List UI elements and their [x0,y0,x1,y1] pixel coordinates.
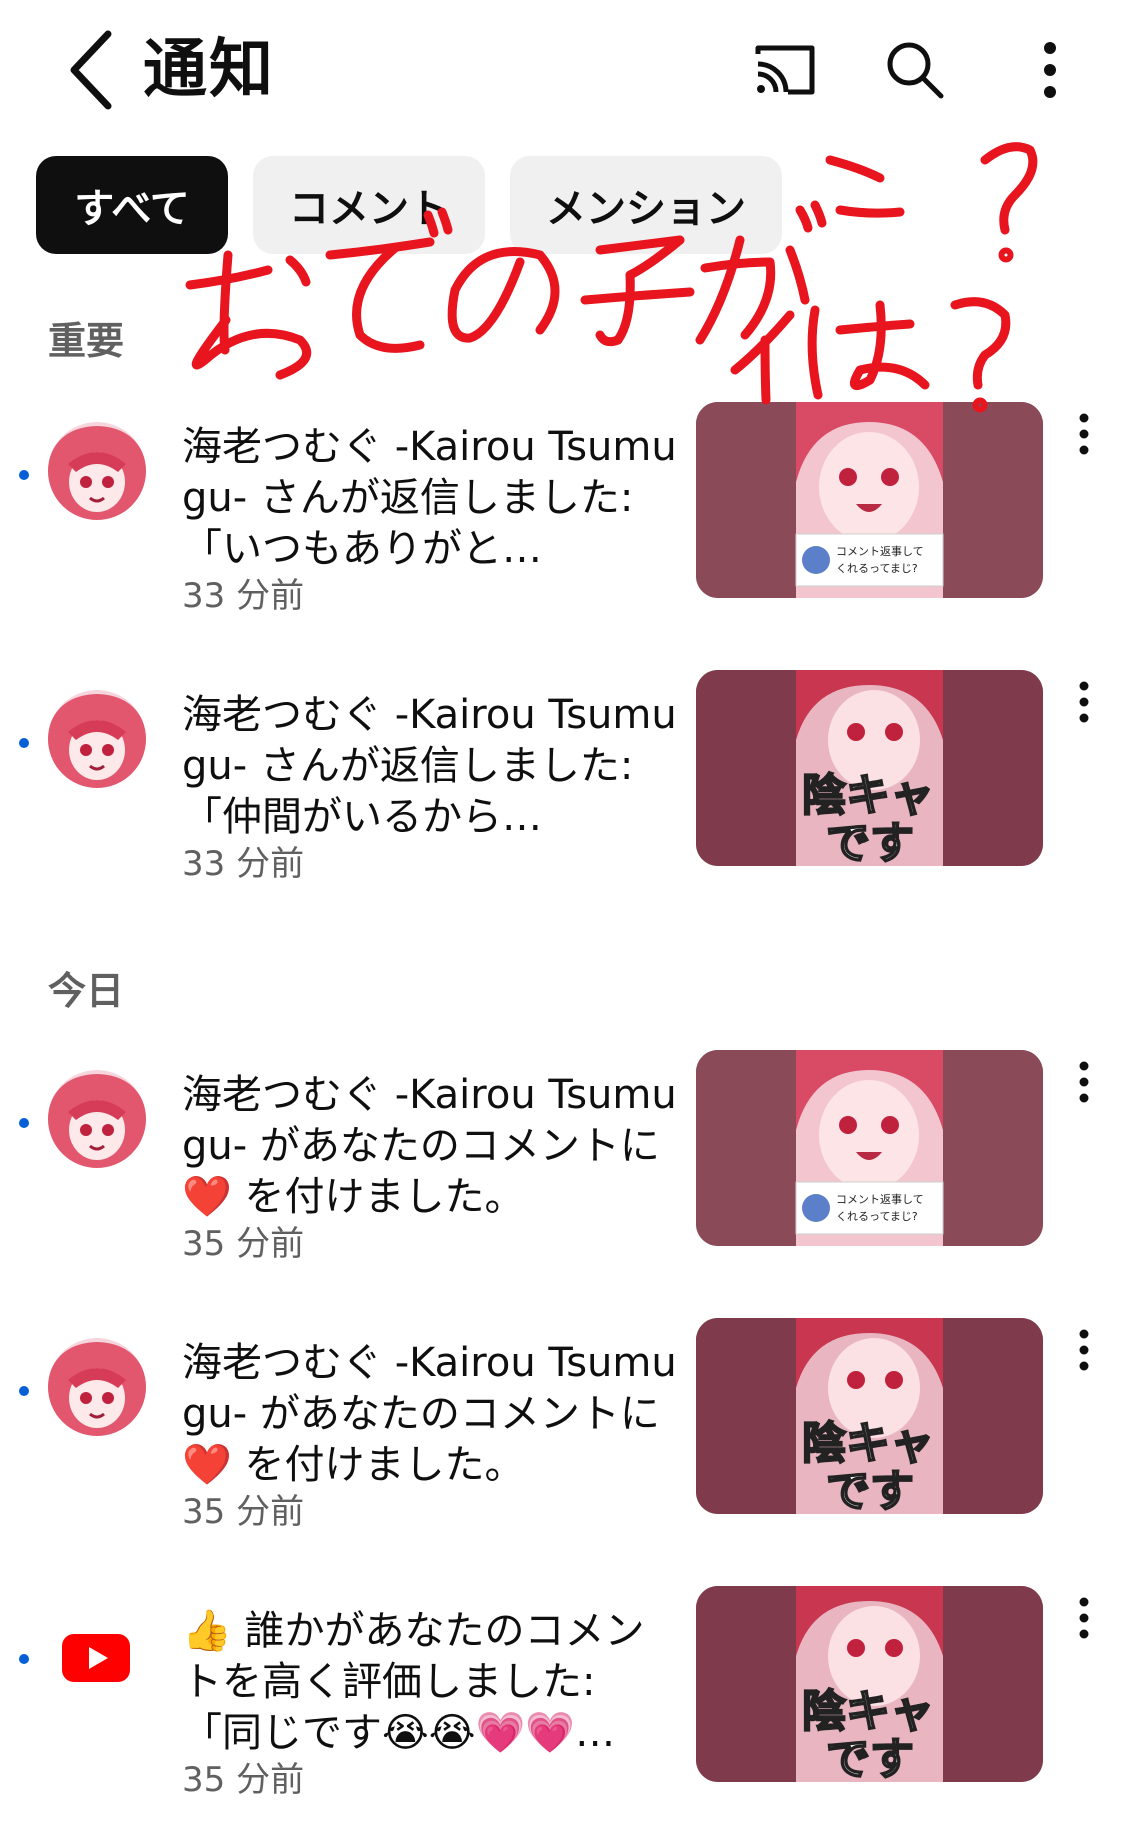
more-vert-icon [1079,413,1089,455]
chip-mentions[interactable]: メンション [510,156,782,254]
thumbnail-caption: 陰キャ [802,1418,934,1469]
notification-time: 33 分前 [182,844,305,884]
thumbnail-caption: コメント返事して [836,1193,924,1206]
notification-time: 33 分前 [182,576,305,616]
search-button[interactable] [865,20,965,120]
youtube-logo-icon [62,1634,130,1682]
item-more-button[interactable] [1064,1588,1104,1648]
page-title: 通知 [143,33,275,107]
unread-indicator [19,1386,29,1396]
more-vert-icon [1044,42,1056,98]
notification-time: 35 分前 [182,1492,305,1532]
notification-text: 海老つむぐ -Kairou Tsumugu- があなたのコメントに ❤️ を付け… [182,1072,677,1220]
unread-indicator [19,738,29,748]
thumbnail-caption: です [826,1466,914,1514]
video-thumbnail[interactable]: 陰キャ です [696,1586,1043,1782]
thumbnail-caption: くれるってまじ? [836,562,918,575]
top-app-bar: 通知 [0,0,1125,140]
notification-text: 👍 誰かがあなたのコメントを高く評価しました: 「同じです😭😭💗💗… [182,1608,645,1756]
notification-item[interactable]: 海老つむぐ -Kairou Tsumugu- さんが返信しました: 「仲間がいる… [0,670,1125,890]
avatar [48,1338,146,1436]
chip-all[interactable]: すべて [36,156,228,254]
thumbnail-caption: 陰キャ [802,1686,934,1737]
more-vert-icon [1079,1061,1089,1103]
thumbnail-caption: です [826,818,914,866]
item-more-button[interactable] [1064,404,1104,464]
back-button[interactable] [40,20,140,120]
notification-text: 海老つむぐ -Kairou Tsumugu- さんが返信しました: 「仲間がいる… [182,692,677,840]
unread-indicator [19,1654,29,1664]
section-title-important: 重要 [48,319,125,363]
notification-text: 海老つむぐ -Kairou Tsumugu- があなたのコメントに ❤️ を付け… [182,1340,677,1488]
cast-button[interactable] [735,20,835,120]
video-thumbnail[interactable]: コメント返事して くれるってまじ? [696,1050,1043,1246]
item-more-button[interactable] [1064,672,1104,732]
avatar [48,1070,146,1168]
notification-item[interactable]: 👍 誰かがあなたのコメントを高く評価しました: 「同じです😭😭💗💗… 35 分前… [0,1586,1125,1806]
notification-item[interactable]: 海老つむぐ -Kairou Tsumugu- があなたのコメントに ❤️ を付け… [0,1050,1125,1270]
more-options-button[interactable] [1000,20,1100,120]
notification-time: 35 分前 [182,1760,305,1800]
section-title-today: 今日 [48,969,125,1013]
notification-item[interactable]: 海老つむぐ -Kairou Tsumugu- さんが返信しました: 「いつもあり… [0,402,1125,622]
video-thumbnail[interactable]: 陰キャ です [696,670,1043,866]
more-vert-icon [1079,1329,1089,1371]
notification-text: 海老つむぐ -Kairou Tsumugu- さんが返信しました: 「いつもあり… [182,424,677,572]
more-vert-icon [1079,681,1089,723]
more-vert-icon [1079,1597,1089,1639]
thumbnail-caption: 陰キャ [802,770,934,821]
item-more-button[interactable] [1064,1052,1104,1112]
cast-icon [755,45,815,95]
unread-indicator [19,470,29,480]
filter-chips: すべて コメント メンション [36,156,782,254]
thumbnail-caption: くれるってまじ? [836,1210,918,1223]
item-more-button[interactable] [1064,1320,1104,1380]
video-thumbnail[interactable]: 陰キャ です [696,1318,1043,1514]
search-icon [887,42,944,99]
chip-comments[interactable]: コメント [253,156,485,254]
avatar [48,422,146,520]
video-thumbnail[interactable]: コメント返事して くれるってまじ? [696,402,1043,598]
thumbnail-caption: です [826,1734,914,1782]
notification-time: 35 分前 [182,1224,305,1264]
avatar [48,690,146,788]
unread-indicator [19,1118,29,1128]
back-arrow-icon [70,30,112,110]
thumbnail-caption: コメント返事して [836,545,924,558]
notification-item[interactable]: 海老つむぐ -Kairou Tsumugu- があなたのコメントに ❤️ を付け… [0,1318,1125,1538]
